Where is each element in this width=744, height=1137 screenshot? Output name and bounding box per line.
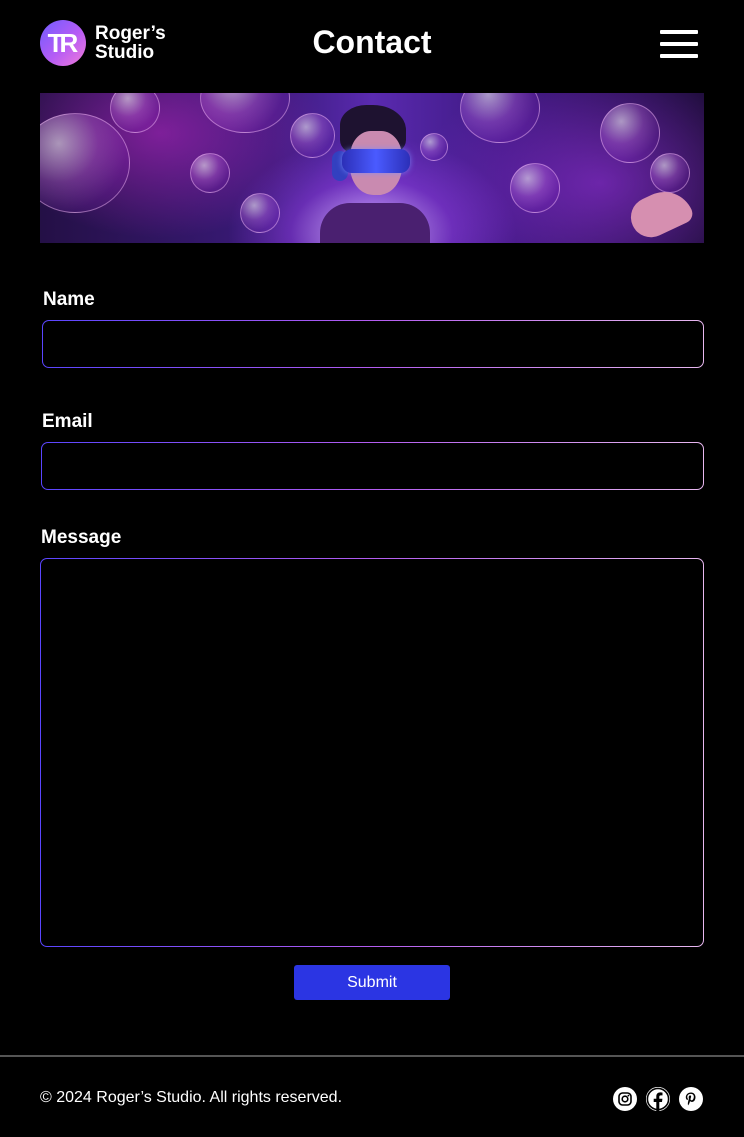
bubble-decoration <box>600 103 660 163</box>
hamburger-menu-icon[interactable] <box>660 30 698 58</box>
bubble-decoration <box>110 93 160 133</box>
footer-divider <box>0 1055 744 1057</box>
bubble-decoration <box>40 113 130 213</box>
vr-user-figure <box>320 103 430 243</box>
vr-goggles <box>342 149 410 173</box>
bubble-decoration <box>420 133 448 161</box>
bubble-decoration <box>290 113 335 158</box>
submit-button[interactable]: Submit <box>294 965 450 1000</box>
bubble-decoration <box>460 93 540 143</box>
menu-bar-middle <box>660 42 698 46</box>
bubble-decoration <box>240 193 280 233</box>
pinterest-icon[interactable] <box>679 1087 703 1111</box>
contact-page: TR Roger’s Studio Contact Name Email Mes… <box>0 0 744 1137</box>
menu-bar-top <box>660 30 698 34</box>
page-title: Contact <box>312 24 432 60</box>
bubble-decoration <box>510 163 560 213</box>
name-label: Name <box>43 289 95 310</box>
hero-banner-image <box>40 93 704 243</box>
hand <box>624 182 696 243</box>
bubble-decoration <box>650 153 690 193</box>
instagram-icon[interactable] <box>613 1087 637 1111</box>
message-label: Message <box>41 527 122 548</box>
site-header: TR Roger’s Studio Contact <box>0 0 744 90</box>
name-input[interactable] <box>42 320 704 368</box>
facebook-icon[interactable] <box>646 1087 670 1111</box>
bubble-decoration <box>190 153 230 193</box>
email-label: Email <box>42 411 93 432</box>
copyright-text: © 2024 Roger’s Studio. All rights reserv… <box>40 1089 343 1106</box>
jacket <box>320 203 430 243</box>
message-textarea[interactable] <box>40 558 704 947</box>
email-input[interactable] <box>41 442 704 490</box>
bubble-decoration <box>200 93 290 133</box>
menu-bar-bottom <box>660 54 698 58</box>
